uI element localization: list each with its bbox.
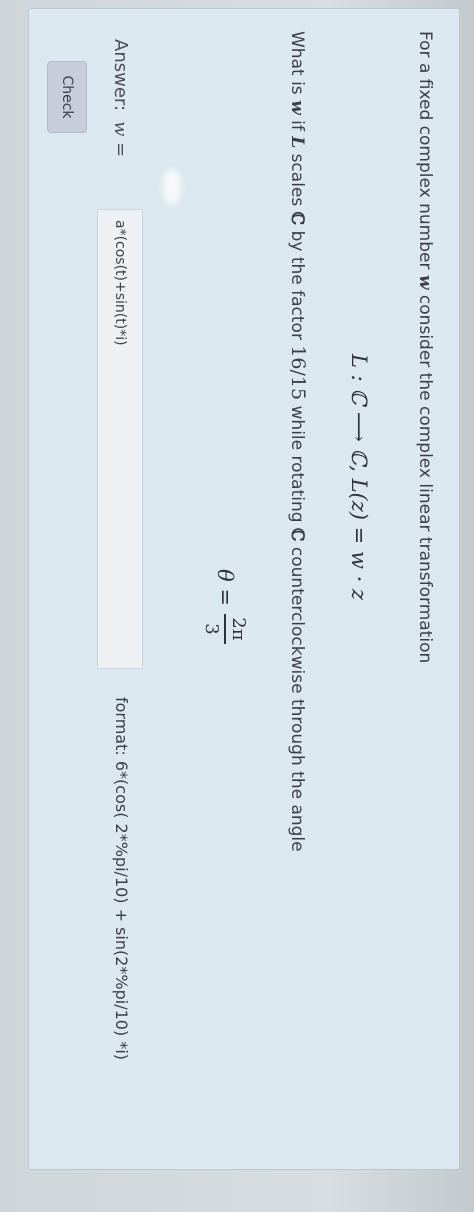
check-button[interactable]: Check bbox=[47, 61, 87, 133]
theta-denominator: 3 bbox=[201, 623, 223, 635]
q-prefix: What is bbox=[287, 31, 307, 101]
screen-glare bbox=[163, 169, 181, 205]
format-hint: format: 6*(cos( 2*%pi/10) + sin(2*%pi/10… bbox=[112, 697, 131, 1060]
q-C1: ℂ bbox=[287, 211, 307, 226]
theta-fraction: 2π 3 bbox=[201, 613, 249, 644]
question-panel: For a fixed complex number w consider th… bbox=[28, 8, 460, 1170]
answer-label: Answer: w = bbox=[110, 39, 131, 157]
q-C2: ℂ bbox=[287, 527, 307, 542]
intro-suffix: consider the complex linear transformati… bbox=[415, 289, 435, 664]
q-L: L bbox=[287, 136, 307, 149]
w-symbol: w bbox=[415, 274, 435, 290]
fraction-bar bbox=[224, 613, 226, 644]
answer-label-text: Answer: bbox=[110, 39, 131, 112]
q-suffix: counterclockwise through the angle bbox=[287, 541, 307, 852]
q-if: if bbox=[287, 114, 307, 137]
theta-lhs: θ = bbox=[213, 569, 238, 606]
q-scales: scales bbox=[287, 148, 307, 212]
transformation-formula: L : ℂ ⟶ ℂ, L(z) = w · z bbox=[347, 354, 371, 601]
q-by: by the factor bbox=[287, 225, 307, 346]
screen: For a fixed complex number w consider th… bbox=[0, 0, 474, 1212]
scale-factor: 16/15 bbox=[287, 345, 309, 401]
q-while: while rotating bbox=[287, 400, 307, 528]
question-text: What is w if L scales ℂ by the factor 16… bbox=[287, 31, 309, 852]
answer-input[interactable] bbox=[97, 209, 143, 669]
answer-variable: w = bbox=[110, 121, 131, 158]
theta-formula: θ = 2π 3 bbox=[201, 569, 249, 644]
rotated-content: For a fixed complex number w consider th… bbox=[0, 0, 474, 1212]
q-w: w bbox=[287, 100, 307, 115]
question-intro: For a fixed complex number w consider th… bbox=[415, 31, 435, 663]
theta-numerator: 2π bbox=[228, 617, 249, 641]
intro-prefix: For a fixed complex number bbox=[415, 31, 435, 275]
